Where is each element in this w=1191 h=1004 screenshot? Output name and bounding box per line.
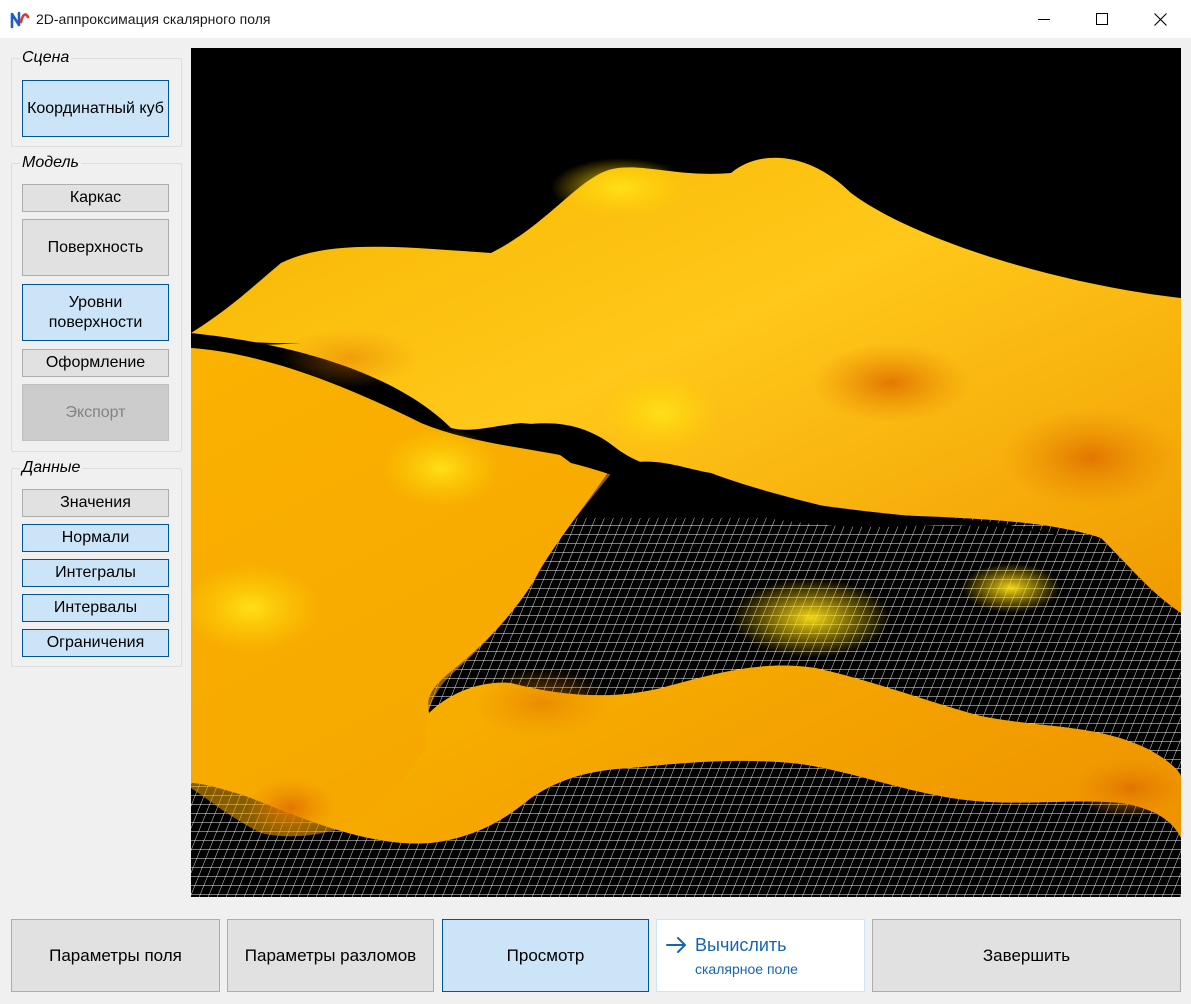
compute-subtitle: скалярное поле xyxy=(695,961,798,977)
surface-button[interactable]: Поверхность xyxy=(22,219,169,276)
compute-field-command-link[interactable]: Вычислить скалярное поле xyxy=(656,919,865,992)
field-params-button[interactable]: Параметры поля xyxy=(11,919,220,992)
model-group-legend: Модель xyxy=(20,154,81,172)
window-title: 2D-аппроксимация скалярного поля xyxy=(36,11,271,27)
data-group-legend: Данные xyxy=(20,459,83,477)
3d-viewport[interactable] xyxy=(191,48,1181,897)
minimize-icon xyxy=(1038,19,1050,20)
coordinate-cube-button[interactable]: Координатный куб xyxy=(22,80,169,137)
maximize-button[interactable] xyxy=(1073,0,1131,38)
arrow-right-icon xyxy=(666,937,686,953)
normals-button[interactable]: Нормали xyxy=(22,524,169,552)
maximize-icon xyxy=(1096,13,1108,25)
constraints-button[interactable]: Ограничения xyxy=(22,629,169,657)
compute-title: Вычислить xyxy=(695,935,787,955)
app-window: 2D-аппроксимация скалярного поля Сцена К… xyxy=(0,0,1191,1004)
close-icon xyxy=(1153,12,1167,26)
intervals-button[interactable]: Интервалы xyxy=(22,594,169,622)
surface-render xyxy=(191,157,1181,897)
minimize-button[interactable] xyxy=(1015,0,1073,38)
preview-button[interactable]: Просмотр xyxy=(442,919,649,992)
app-logo-icon xyxy=(10,10,30,30)
integrals-button[interactable]: Интегралы xyxy=(22,559,169,587)
styling-button[interactable]: Оформление xyxy=(22,349,169,377)
title-bar[interactable]: 2D-аппроксимация скалярного поля xyxy=(0,0,1191,38)
surface-levels-button[interactable]: Уровни поверхности xyxy=(22,284,169,341)
finish-button[interactable]: Завершить xyxy=(872,919,1181,992)
close-button[interactable] xyxy=(1131,0,1189,38)
export-button: Экспорт xyxy=(22,384,169,441)
fault-params-button[interactable]: Параметры разломов xyxy=(227,919,434,992)
values-button[interactable]: Значения xyxy=(22,489,169,517)
scene-group-legend: Сцена xyxy=(20,49,72,67)
wireframe-button[interactable]: Каркас xyxy=(22,184,169,212)
